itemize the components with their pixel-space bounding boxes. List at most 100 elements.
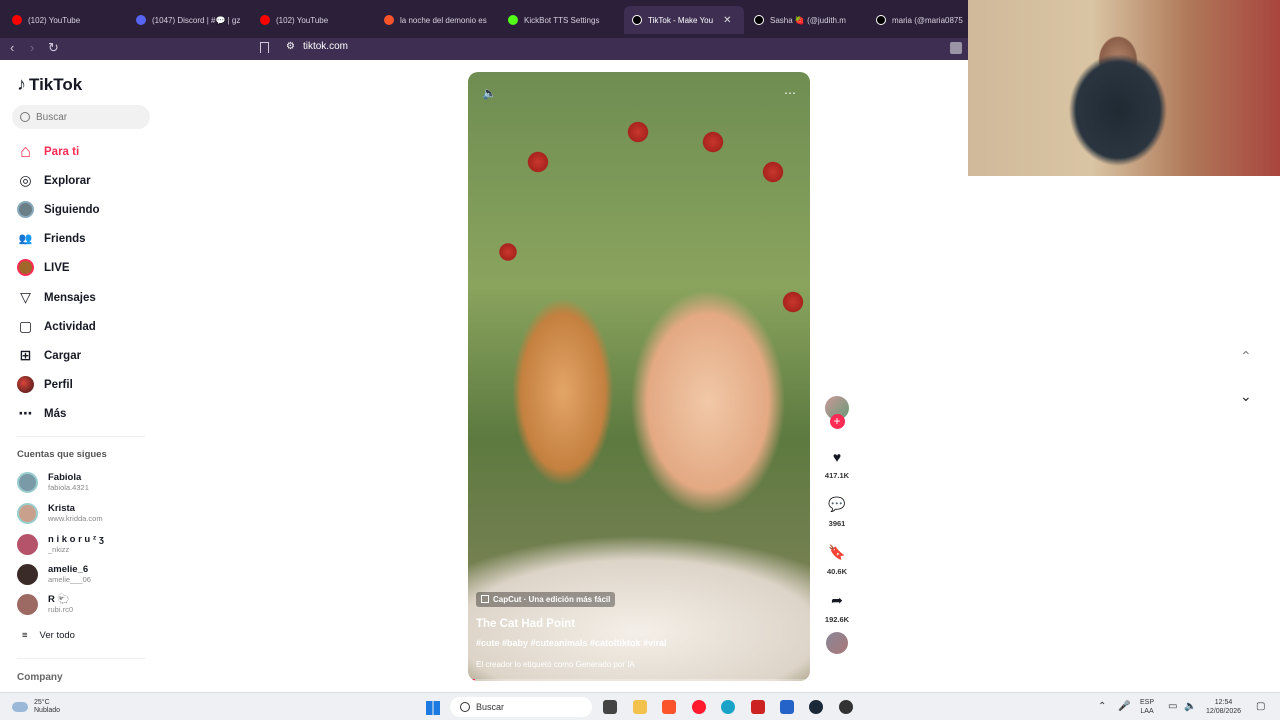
nav-mensajes[interactable]: ▽ Mensajes	[17, 289, 96, 306]
chevron-up-icon[interactable]: ⌃	[1240, 348, 1252, 365]
video-info: CapCut · Una edición más fácil The Cat H…	[476, 590, 667, 669]
store-icon[interactable]	[780, 700, 794, 714]
search-box[interactable]	[12, 105, 150, 129]
obs-icon[interactable]	[839, 700, 853, 714]
volume-icon[interactable]: 🔈	[1184, 702, 1196, 712]
list-icon: ≡	[22, 630, 28, 641]
opera-icon[interactable]	[692, 700, 706, 714]
compass-icon: ◎	[19, 172, 32, 188]
browser-tab[interactable]: (102) YouTube	[4, 6, 128, 34]
nav-live[interactable]: LIVE	[17, 259, 70, 276]
comment-count: 3961	[828, 519, 846, 528]
address-bar[interactable]: ⚙ tiktok.com	[286, 41, 348, 52]
browser-tab[interactable]: (102) YouTube	[252, 6, 376, 34]
discord-icon	[136, 15, 146, 25]
follow-plus-icon[interactable]: +	[829, 414, 845, 429]
nav-explorar[interactable]: ◎ Explorar	[17, 172, 90, 189]
tiktok-logo[interactable]: ♪ TikTok	[17, 74, 82, 95]
video-progress-fill	[468, 679, 475, 681]
more-icon: ⋯	[18, 405, 33, 421]
bookmark-icon[interactable]: 🔖	[828, 544, 845, 561]
action-rail: + ♥ 417.1K 💬 3961 🔖 40.6K ➦ 192.6K	[822, 396, 852, 654]
nav-perfil[interactable]: Perfil	[17, 376, 73, 393]
share-icon[interactable]: ➦	[831, 592, 843, 609]
company-link[interactable]: Company	[17, 672, 63, 683]
edge-icon[interactable]	[721, 700, 735, 714]
share-count: 192.6K	[824, 615, 850, 624]
network-icon[interactable]: ▭	[1168, 702, 1177, 712]
browser-tab[interactable]: maria (@maria0875	[868, 6, 968, 34]
video-player[interactable]: 🔈 ⋯ CapCut · Una edición más fácil The C…	[468, 72, 810, 681]
site-info-icon[interactable]: ⚙	[286, 41, 295, 52]
avatar	[17, 259, 34, 276]
browser-tab-active[interactable]: TikTok - Make You ✕	[624, 6, 744, 34]
back-icon[interactable]: ‹	[10, 40, 14, 55]
following-item[interactable]: Fabiola fabiola.4321	[17, 472, 89, 493]
ai-generated-label: El creador lo etiquetó como Generado por…	[476, 660, 635, 669]
taskbar-search[interactable]: Buscar	[450, 697, 592, 717]
following-item[interactable]: R 🐑 rubi.rc0	[17, 594, 73, 615]
heart-icon[interactable]: ♥	[833, 449, 841, 465]
video-top-controls: 🔈 ⋯	[482, 86, 796, 100]
translate-icon[interactable]	[950, 42, 962, 54]
close-icon[interactable]: ✕	[723, 15, 731, 26]
home-icon: ⌂	[20, 141, 31, 161]
capcut-icon	[481, 595, 489, 603]
cloud-icon	[12, 702, 28, 712]
windows-taskbar: 25°C Nublado Buscar ⌃ 🎤 ESP LAA ▭ 🔈 12:5…	[0, 692, 1280, 720]
following-item[interactable]: amelie_6 amelie___06	[17, 564, 91, 585]
language-indicator[interactable]: ESP LAA	[1140, 698, 1154, 716]
following-item[interactable]: Krista www.kridda.com	[17, 503, 103, 524]
reload-icon[interactable]: ↻	[48, 40, 59, 56]
nav-friends[interactable]: 👥 Friends	[17, 230, 86, 247]
tiktok-note-icon: ♪	[17, 74, 26, 94]
capcut-badge[interactable]: CapCut · Una edición más fácil	[476, 591, 616, 607]
forward-icon[interactable]: ›	[30, 40, 34, 55]
clock[interactable]: 12:54 12/08/2026	[1206, 698, 1241, 716]
video-progress-bar[interactable]	[468, 679, 810, 681]
following-item[interactable]: n i k o r u ᶻ ʒ _nkizz	[17, 534, 104, 555]
app-icon[interactable]	[751, 700, 765, 714]
microphone-icon[interactable]: 🎤	[1118, 702, 1130, 712]
sidebar: ♪ TikTok ⌂ Para ti ◎ Explorar Siguiendo …	[0, 60, 160, 692]
avatar	[17, 376, 34, 393]
friends-icon: 👥	[18, 233, 33, 245]
browser-tab[interactable]: KickBot TTS Settings	[500, 6, 624, 34]
notification-icon[interactable]: ▢	[1256, 702, 1265, 712]
activity-icon: ▢	[18, 318, 33, 334]
kick-icon	[508, 15, 518, 25]
sound-disc-icon[interactable]	[826, 632, 848, 654]
nav-mas[interactable]: ⋯ Más	[17, 405, 67, 422]
divider	[17, 658, 145, 659]
browser-tab[interactable]: Sasha 🍓 (@judith.m	[746, 6, 866, 34]
chevron-down-icon[interactable]: ⌄	[1240, 388, 1252, 405]
search-input[interactable]	[36, 111, 136, 123]
video-hashtags[interactable]: #cute #baby #cuteanimals #catoftiktok #v…	[476, 638, 667, 648]
nav-siguiendo[interactable]: Siguiendo	[17, 201, 100, 218]
windows-start-icon[interactable]	[426, 701, 440, 715]
avatar	[17, 534, 38, 555]
tiktok-icon	[632, 15, 642, 25]
weather-widget[interactable]: 25°C Nublado	[12, 699, 60, 715]
brave-icon	[384, 15, 394, 25]
task-view-icon[interactable]	[603, 700, 617, 714]
see-all-button[interactable]: ≡ Ver todo	[22, 630, 75, 641]
comment-icon[interactable]: 💬	[828, 496, 845, 513]
more-options-icon[interactable]: ⋯	[784, 86, 796, 100]
file-explorer-icon[interactable]	[633, 700, 647, 714]
nav-cargar[interactable]: ⊞ Cargar	[17, 347, 81, 364]
browser-tab[interactable]: (1047) Discord | #💬 | gz	[128, 6, 252, 34]
brave-icon[interactable]	[662, 700, 676, 714]
volume-icon[interactable]: 🔈	[482, 86, 497, 100]
nav-actividad[interactable]: ▢ Actividad	[17, 318, 96, 335]
divider	[17, 436, 145, 437]
tiktok-icon	[876, 15, 886, 25]
tiktok-icon	[754, 15, 764, 25]
avatar	[17, 564, 38, 585]
send-icon: ▽	[20, 289, 31, 305]
steam-icon[interactable]	[809, 700, 823, 714]
chevron-up-icon[interactable]: ⌃	[1098, 702, 1106, 712]
bookmark-icon[interactable]	[260, 42, 269, 53]
browser-tab[interactable]: la noche del demonio es	[376, 6, 500, 34]
nav-para-ti[interactable]: ⌂ Para ti	[17, 141, 79, 161]
